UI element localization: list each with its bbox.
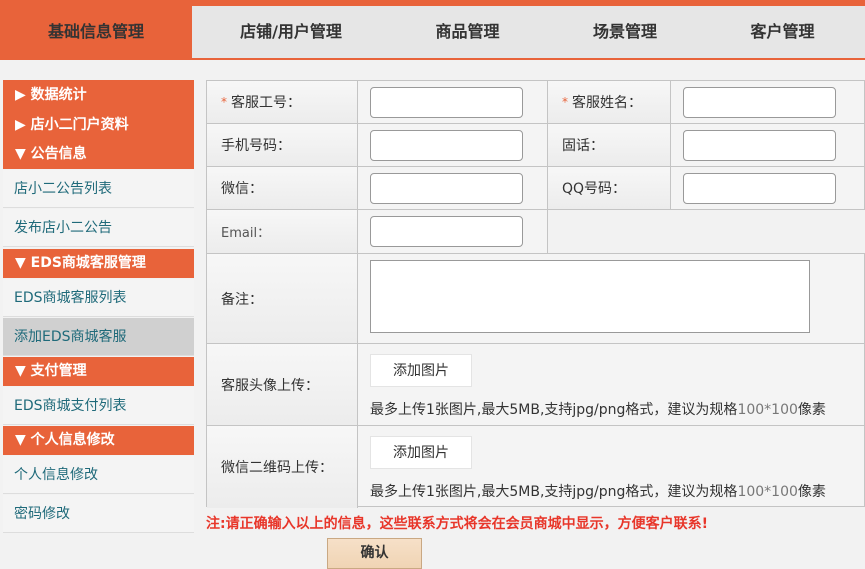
qrcode-add-image-button[interactable]: 添加图片 bbox=[370, 436, 472, 469]
email-input[interactable] bbox=[370, 216, 523, 247]
remark-label: 备注： bbox=[207, 254, 358, 344]
phone-input[interactable] bbox=[683, 130, 836, 161]
service-name-input[interactable] bbox=[683, 87, 836, 118]
wechat-label: 微信： bbox=[207, 167, 358, 210]
nav-divider bbox=[0, 58, 865, 60]
required-mark: * bbox=[221, 95, 227, 109]
sidebar-item-notice-list[interactable]: 店小二公告列表 bbox=[3, 170, 194, 208]
sidebar-item-service-list[interactable]: EDS商城客服列表 bbox=[3, 279, 194, 317]
mobile-input[interactable] bbox=[370, 130, 523, 161]
email-label-text: Email： bbox=[221, 226, 271, 241]
avatar-upload-label-text: 客服头像上传： bbox=[221, 377, 319, 394]
service-form: * 客服工号： * 客服姓名： 手机号码： 固话： 微信： QQ号码： Email： bbox=[206, 80, 865, 508]
sidebar-item-portal-info[interactable]: ▶ 店小二门户资料 bbox=[3, 110, 194, 140]
qrcode-upload-hint: 最多上传1张图片,最大5MB,支持jpg/png格式，建议为规格100*100像… bbox=[370, 481, 826, 501]
service-id-input[interactable] bbox=[370, 87, 523, 118]
sidebar-group-service[interactable]: ▼ EDS商城客服管理 bbox=[3, 249, 194, 278]
tab-basic-info[interactable]: 基础信息管理 bbox=[0, 6, 192, 58]
sidebar-item-password-edit[interactable]: 密码修改 bbox=[3, 495, 194, 533]
avatar-upload-cell: 添加图片 最多上传1张图片,最大5MB,支持jpg/png格式，建议为规格100… bbox=[358, 344, 865, 426]
sidebar-item-publish-notice[interactable]: 发布店小二公告 bbox=[3, 209, 194, 247]
sidebar-item-personal-edit[interactable]: 个人信息修改 bbox=[3, 456, 194, 494]
remark-cell bbox=[358, 254, 865, 344]
confirm-button[interactable]: 确认 bbox=[327, 538, 422, 569]
top-nav: 基础信息管理 店铺/用户管理 商品管理 场景管理 客户管理 bbox=[0, 6, 865, 58]
service-name-label-text: 客服姓名： bbox=[572, 95, 642, 111]
qrcode-upload-label-text: 微信二维码上传： bbox=[221, 460, 333, 476]
qq-cell bbox=[671, 167, 865, 210]
mobile-cell bbox=[358, 124, 548, 167]
sidebar-group-personal[interactable]: ▼ 个人信息修改 bbox=[3, 426, 194, 455]
avatar-upload-label: 客服头像上传： bbox=[207, 344, 358, 426]
sidebar-group-personal-label: ▼ 个人信息修改 bbox=[15, 432, 115, 448]
phone-label-text: 固话： bbox=[562, 138, 604, 154]
wechat-label-text: 微信： bbox=[221, 181, 263, 197]
qrcode-hint-main: 最多上传1张图片,最大5MB,支持jpg/png格式，建议为规格 bbox=[370, 484, 738, 500]
qq-label: QQ号码： bbox=[548, 167, 671, 210]
service-name-label: * 客服姓名： bbox=[548, 81, 671, 124]
qrcode-hint-unit: 像素 bbox=[797, 484, 826, 500]
phone-cell bbox=[671, 124, 865, 167]
avatar-hint-main: 最多上传1张图片,最大5MB,支持jpg/png格式，建议为规格 bbox=[370, 402, 738, 418]
sidebar-item-notice[interactable]: ▼ 公告信息 bbox=[3, 140, 194, 169]
avatar-hint-unit: 像素 bbox=[797, 402, 826, 418]
tab-customers[interactable]: 客户管理 bbox=[705, 6, 860, 58]
sidebar-group-payment-label: ▼ 支付管理 bbox=[15, 363, 87, 379]
service-id-label-text: 客服工号： bbox=[231, 95, 301, 111]
service-name-cell bbox=[671, 81, 865, 124]
sidebar-group-payment[interactable]: ▼ 支付管理 bbox=[3, 357, 194, 386]
mobile-label-text: 手机号码： bbox=[221, 138, 291, 154]
remark-textarea[interactable] bbox=[370, 260, 810, 333]
avatar-hint-size: 100*100 bbox=[737, 402, 798, 418]
phone-label: 固话： bbox=[548, 124, 671, 167]
qq-input[interactable] bbox=[683, 173, 836, 204]
service-id-cell bbox=[358, 81, 548, 124]
qrcode-hint-size: 100*100 bbox=[737, 484, 798, 500]
sidebar-group-main: ▶ 数据统计 ▶ 店小二门户资料 ▼ 公告信息 bbox=[3, 80, 194, 169]
sidebar-item-add-service[interactable]: 添加EDS商城客服 bbox=[3, 318, 194, 356]
empty-cell bbox=[548, 210, 865, 254]
remark-label-text: 备注： bbox=[221, 291, 263, 308]
qrcode-upload-cell: 添加图片 最多上传1张图片,最大5MB,支持jpg/png格式，建议为规格100… bbox=[358, 426, 865, 508]
tab-scenes[interactable]: 场景管理 bbox=[545, 6, 705, 58]
wechat-cell bbox=[358, 167, 548, 210]
mobile-label: 手机号码： bbox=[207, 124, 358, 167]
wechat-input[interactable] bbox=[370, 173, 523, 204]
qrcode-upload-label: 微信二维码上传： bbox=[207, 426, 358, 508]
form-note: 注:请正确输入以上的信息，这些联系方式将会在会员商城中显示，方便客户联系! bbox=[206, 516, 708, 532]
avatar-add-image-button[interactable]: 添加图片 bbox=[370, 354, 472, 387]
tab-products[interactable]: 商品管理 bbox=[390, 6, 545, 58]
sidebar-group-service-label: ▼ EDS商城客服管理 bbox=[15, 255, 146, 271]
sidebar-item-payment-list[interactable]: EDS商城支付列表 bbox=[3, 387, 194, 425]
service-id-label: * 客服工号： bbox=[207, 81, 358, 124]
sidebar-item-statistics[interactable]: ▶ 数据统计 bbox=[3, 81, 194, 110]
avatar-upload-hint: 最多上传1张图片,最大5MB,支持jpg/png格式，建议为规格100*100像… bbox=[370, 399, 826, 419]
required-mark: * bbox=[562, 95, 568, 109]
qq-label-text: QQ号码： bbox=[562, 181, 627, 197]
email-cell bbox=[358, 210, 548, 254]
email-label: Email： bbox=[207, 210, 358, 254]
tab-store-user[interactable]: 店铺/用户管理 bbox=[192, 6, 390, 58]
